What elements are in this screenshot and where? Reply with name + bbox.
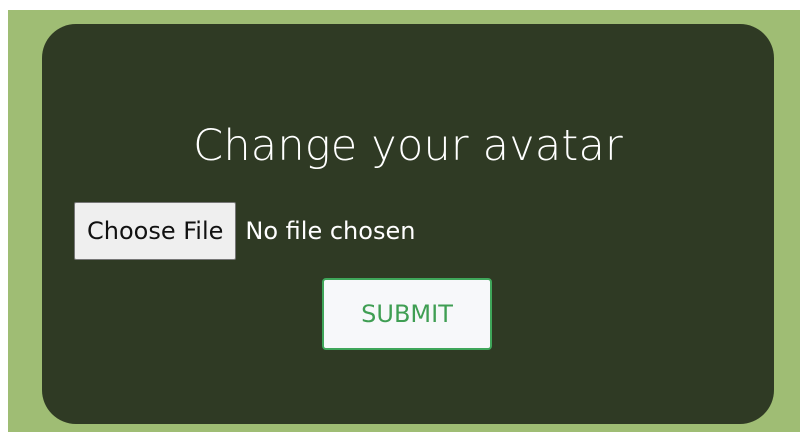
avatar-form-card: Change your avatar Choose File No file c…	[42, 24, 774, 424]
form-title: Change your avatar	[193, 121, 623, 171]
choose-file-button[interactable]: Choose File	[74, 202, 237, 260]
submit-button[interactable]: SUBMIT	[322, 278, 492, 350]
file-status-text: No file chosen	[245, 217, 416, 245]
file-input[interactable]: Choose File No file chosen	[74, 202, 415, 260]
page-background: Change your avatar Choose File No file c…	[8, 10, 800, 432]
